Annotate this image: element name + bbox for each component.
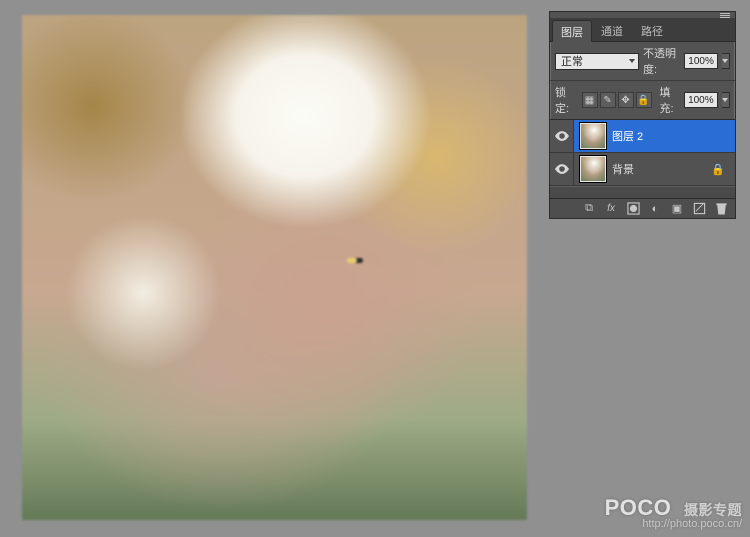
watermark-suffix: 摄影专题 [684, 502, 742, 518]
trash-svg [715, 202, 728, 215]
watermark-brand: POCO [605, 495, 672, 520]
fill-label: 填充: [660, 84, 681, 116]
lock-icon: 🔒 [711, 163, 725, 176]
watermark: POCO 摄影专题 http://photo.poco.cn/ [605, 496, 742, 531]
panel-menu-icon[interactable] [717, 13, 733, 18]
mask-svg [627, 202, 640, 215]
lock-transparency-icon[interactable]: ▦ [582, 92, 598, 108]
fx-icon[interactable]: fx [603, 202, 619, 216]
layer-name[interactable]: 背景 [612, 161, 711, 177]
blend-mode-value: 正常 [561, 53, 583, 69]
eye-icon [555, 164, 569, 174]
opacity-input[interactable]: 100% [684, 53, 718, 69]
mask-icon[interactable] [625, 202, 641, 216]
visibility-toggle[interactable] [550, 120, 574, 152]
lock-pixels-icon[interactable]: ✎ [600, 92, 616, 108]
opacity-value: 100% [688, 56, 714, 67]
chevron-down-icon [629, 59, 635, 63]
fill-stepper[interactable] [722, 92, 730, 108]
layer-bottom-toolbar: ⧉ fx ◐ ▣ [550, 198, 735, 218]
blend-mode-select[interactable]: 正常 [555, 53, 639, 70]
tab-paths[interactable]: 路径 [632, 19, 672, 41]
fill-input[interactable]: 100% [684, 92, 718, 108]
lock-icons: ▦ ✎ ✥ 🔒 [582, 92, 652, 108]
layer-thumbnail[interactable] [580, 123, 606, 149]
panel-titlebar [550, 12, 735, 19]
fill-value: 100% [688, 95, 714, 106]
blend-opacity-row: 正常 不透明度: 100% [550, 42, 735, 81]
opacity-label: 不透明度: [643, 45, 680, 77]
adjustment-icon[interactable]: ◐ [647, 202, 663, 216]
panel-tabs: 图层 通道 路径 [550, 19, 735, 42]
layers-panel: 图层 通道 路径 正常 不透明度: 100% 锁定: ▦ ✎ ✥ 🔒 填充: 1… [549, 11, 736, 219]
layer-row[interactable]: 背景 🔒 [550, 153, 735, 186]
new-svg [693, 202, 706, 215]
watermark-url: http://photo.poco.cn/ [605, 519, 742, 531]
canvas-image[interactable] [22, 15, 527, 520]
lock-all-icon[interactable]: 🔒 [636, 92, 652, 108]
trash-icon[interactable] [713, 202, 729, 216]
eye-icon [555, 131, 569, 141]
layer-list: 图层 2 背景 🔒 [550, 120, 735, 198]
link-layers-icon[interactable]: ⧉ [581, 202, 597, 216]
lock-fill-row: 锁定: ▦ ✎ ✥ 🔒 填充: 100% [550, 81, 735, 120]
visibility-toggle[interactable] [550, 153, 574, 185]
layer-name[interactable]: 图层 2 [612, 128, 735, 144]
lock-label: 锁定: [555, 84, 576, 116]
layer-row[interactable]: 图层 2 [550, 120, 735, 153]
group-icon[interactable]: ▣ [669, 202, 685, 216]
layer-list-empty [550, 186, 735, 198]
opacity-stepper[interactable] [722, 53, 730, 69]
layer-thumbnail[interactable] [580, 156, 606, 182]
tab-layers[interactable]: 图层 [552, 20, 592, 42]
tab-channels[interactable]: 通道 [592, 19, 632, 41]
lock-position-icon[interactable]: ✥ [618, 92, 634, 108]
new-layer-icon[interactable] [691, 202, 707, 216]
